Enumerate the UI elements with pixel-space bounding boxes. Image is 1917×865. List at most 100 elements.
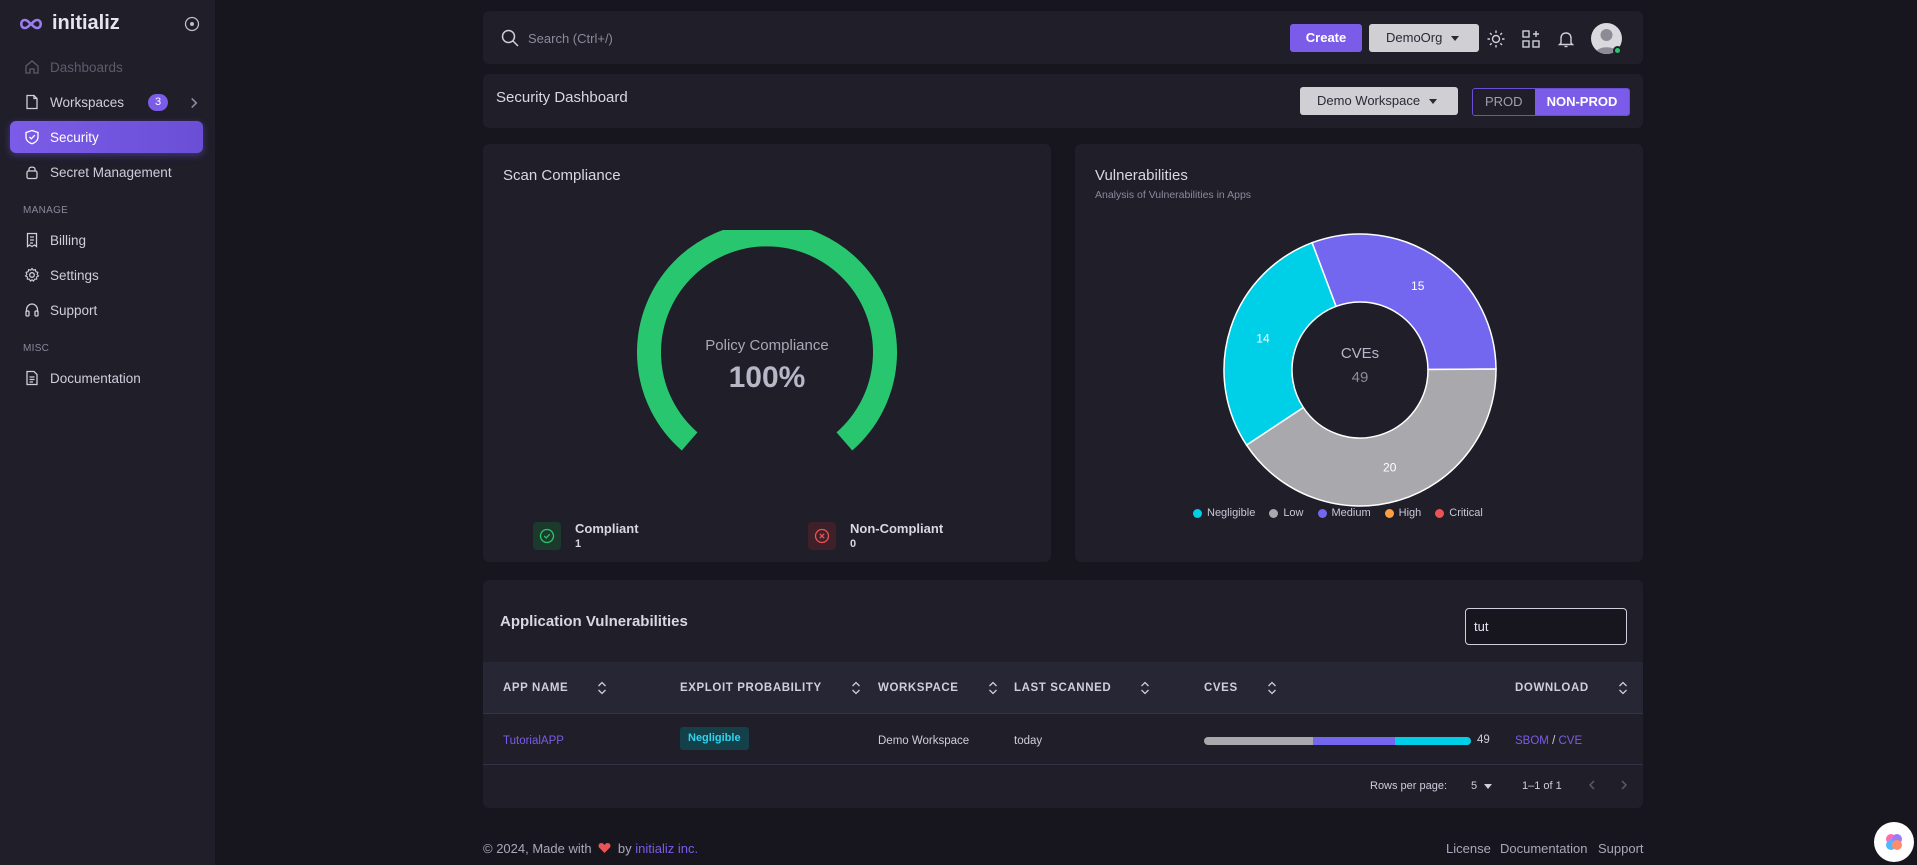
bell-icon[interactable] xyxy=(1556,29,1576,49)
cve-bar-low-segment xyxy=(1204,737,1313,745)
apps-grid-icon[interactable] xyxy=(1521,29,1541,49)
card-title: Vulnerabilities xyxy=(1095,167,1188,184)
donut-slice-negligible[interactable] xyxy=(1223,241,1338,447)
assistant-fab-button[interactable] xyxy=(1874,822,1914,862)
sidebar-item-label: Workspaces xyxy=(50,94,125,110)
column-header-exploit-probability[interactable]: EXPLOIT PROBABILITY xyxy=(680,681,862,695)
download-links: SBOM / CVE xyxy=(1515,735,1582,747)
donut-slice-value-label: 15 xyxy=(1411,279,1425,293)
legend-label: Medium xyxy=(1331,507,1371,519)
table-header-row: APP NAME EXPLOIT PROBABILITY WORKSPACE L… xyxy=(483,662,1643,714)
legend-item-low[interactable]: Low xyxy=(1269,507,1304,519)
org-selector-dropdown[interactable]: DemoOrg xyxy=(1369,24,1479,52)
legend-item-negligible[interactable]: Negligible xyxy=(1193,507,1255,519)
sidebar-item-workspaces[interactable]: Workspaces 3 xyxy=(10,86,203,118)
legend-dot xyxy=(1384,508,1394,518)
card-subtitle: Analysis of Vulnerabilities in Apps xyxy=(1095,189,1252,201)
page-title: Security Dashboard xyxy=(496,89,628,106)
column-header-app-name[interactable]: APP NAME xyxy=(503,681,608,695)
sidebar-item-security[interactable]: Security xyxy=(10,121,203,153)
workspaces-count-badge: 3 xyxy=(148,94,168,111)
sidebar-item-documentation[interactable]: Documentation xyxy=(10,362,203,394)
env-prod-button[interactable]: PROD xyxy=(1473,89,1535,115)
column-header-label: DOWNLOAD xyxy=(1515,682,1589,694)
table-title: Application Vulnerabilities xyxy=(500,613,688,630)
column-header-workspace[interactable]: WORKSPACE xyxy=(878,681,999,695)
noncompliant-icon-box xyxy=(808,522,836,550)
card-title: Scan Compliance xyxy=(503,167,621,184)
headphones-icon xyxy=(25,303,39,317)
donut-center-label: CVEs xyxy=(1341,345,1379,362)
download-sbom-link[interactable]: SBOM xyxy=(1515,735,1549,747)
column-header-download[interactable]: DOWNLOAD xyxy=(1515,681,1629,695)
sidebar-item-label: Secret Management xyxy=(50,164,172,180)
sun-icon[interactable] xyxy=(1486,29,1506,49)
x-circle-icon xyxy=(814,528,830,544)
sort-icon xyxy=(851,681,860,695)
legend-item-high[interactable]: High xyxy=(1384,507,1421,519)
sidebar-item-label: Documentation xyxy=(50,370,141,386)
org-selector-label: DemoOrg xyxy=(1386,30,1443,45)
gear-icon xyxy=(24,267,40,282)
vulnerabilities-donut-chart: 15 20 14 CVEs 49 xyxy=(1223,233,1497,507)
noncompliant-count: 0 xyxy=(850,538,857,550)
column-header-last-scanned[interactable]: LAST SCANNED xyxy=(1014,681,1151,695)
infinity-logo-icon xyxy=(19,18,43,29)
sidebar-item-label: Billing xyxy=(50,232,87,248)
cve-total: 49 xyxy=(1477,734,1490,746)
download-separator: / xyxy=(1552,735,1556,747)
search-input[interactable] xyxy=(528,26,928,50)
heart-icon xyxy=(598,843,611,853)
search-icon[interactable] xyxy=(500,28,520,48)
caret-down-icon xyxy=(1484,783,1493,789)
legend-dot xyxy=(1435,508,1445,518)
application-vulnerabilities-card: Application Vulnerabilities APP NAME EXP… xyxy=(483,580,1643,808)
shield-check-icon xyxy=(25,129,39,145)
pagination-range: 1–1 of 1 xyxy=(1522,780,1562,792)
legend-dot xyxy=(1193,508,1202,518)
footer-link-support[interactable]: Support xyxy=(1598,841,1644,856)
sidebar-item-support[interactable]: Support xyxy=(10,294,203,326)
column-header-label: LAST SCANNED xyxy=(1014,682,1112,694)
workspace-selector-dropdown[interactable]: Demo Workspace xyxy=(1300,87,1458,115)
document-icon xyxy=(26,370,38,386)
cve-bar-negligible-segment xyxy=(1394,737,1471,745)
create-button[interactable]: Create xyxy=(1290,24,1362,52)
legend-item-medium[interactable]: Medium xyxy=(1317,507,1371,519)
legend-dot xyxy=(1269,508,1279,518)
gauge-value: 100% xyxy=(728,361,806,394)
legend-label: Negligible xyxy=(1207,507,1256,519)
sidebar-section-manage: MANAGE xyxy=(23,205,69,216)
brand-name: initializ xyxy=(52,12,120,34)
app-name-link[interactable]: TutorialAPP xyxy=(503,735,564,747)
company-link[interactable]: initializ inc. xyxy=(635,841,698,856)
sidebar-collapse-icon[interactable] xyxy=(184,16,200,32)
sidebar-item-secret-management[interactable]: Secret Management xyxy=(10,156,203,188)
footer-link-license[interactable]: License xyxy=(1446,841,1491,856)
column-header-cves[interactable]: CVES xyxy=(1204,681,1278,695)
rows-per-page-select[interactable]: 5 xyxy=(1471,780,1493,792)
column-header-label: EXPLOIT PROBABILITY xyxy=(680,682,822,694)
download-cve-link[interactable]: CVE xyxy=(1558,735,1582,747)
donut-slice-medium[interactable] xyxy=(1311,233,1497,371)
cve-breakdown-bar xyxy=(1204,737,1471,745)
exploit-probability-badge: Negligible xyxy=(680,727,749,750)
legend-dot xyxy=(1317,508,1327,518)
check-circle-icon xyxy=(539,528,555,544)
chevron-left-icon[interactable] xyxy=(1586,778,1598,792)
legend-label: Low xyxy=(1283,507,1304,519)
sidebar-item-settings[interactable]: Settings xyxy=(10,259,203,291)
legend-item-critical[interactable]: Critical xyxy=(1435,507,1483,519)
sidebar-item-label: Dashboards xyxy=(50,59,123,75)
rows-per-page-value: 5 xyxy=(1471,780,1478,792)
table-search-input[interactable] xyxy=(1465,608,1627,645)
sidebar-item-billing[interactable]: Billing xyxy=(10,224,203,256)
brand-logo[interactable]: initializ xyxy=(18,12,120,35)
footer-link-documentation[interactable]: Documentation xyxy=(1500,841,1587,856)
caret-down-icon xyxy=(1451,36,1460,42)
sidebar-item-dashboards[interactable]: Dashboards xyxy=(10,51,203,83)
chevron-right-icon[interactable] xyxy=(1618,778,1630,792)
home-icon xyxy=(25,60,39,74)
gauge-label: Policy Compliance xyxy=(705,337,829,354)
env-nonprod-button[interactable]: NON-PROD xyxy=(1534,89,1630,115)
